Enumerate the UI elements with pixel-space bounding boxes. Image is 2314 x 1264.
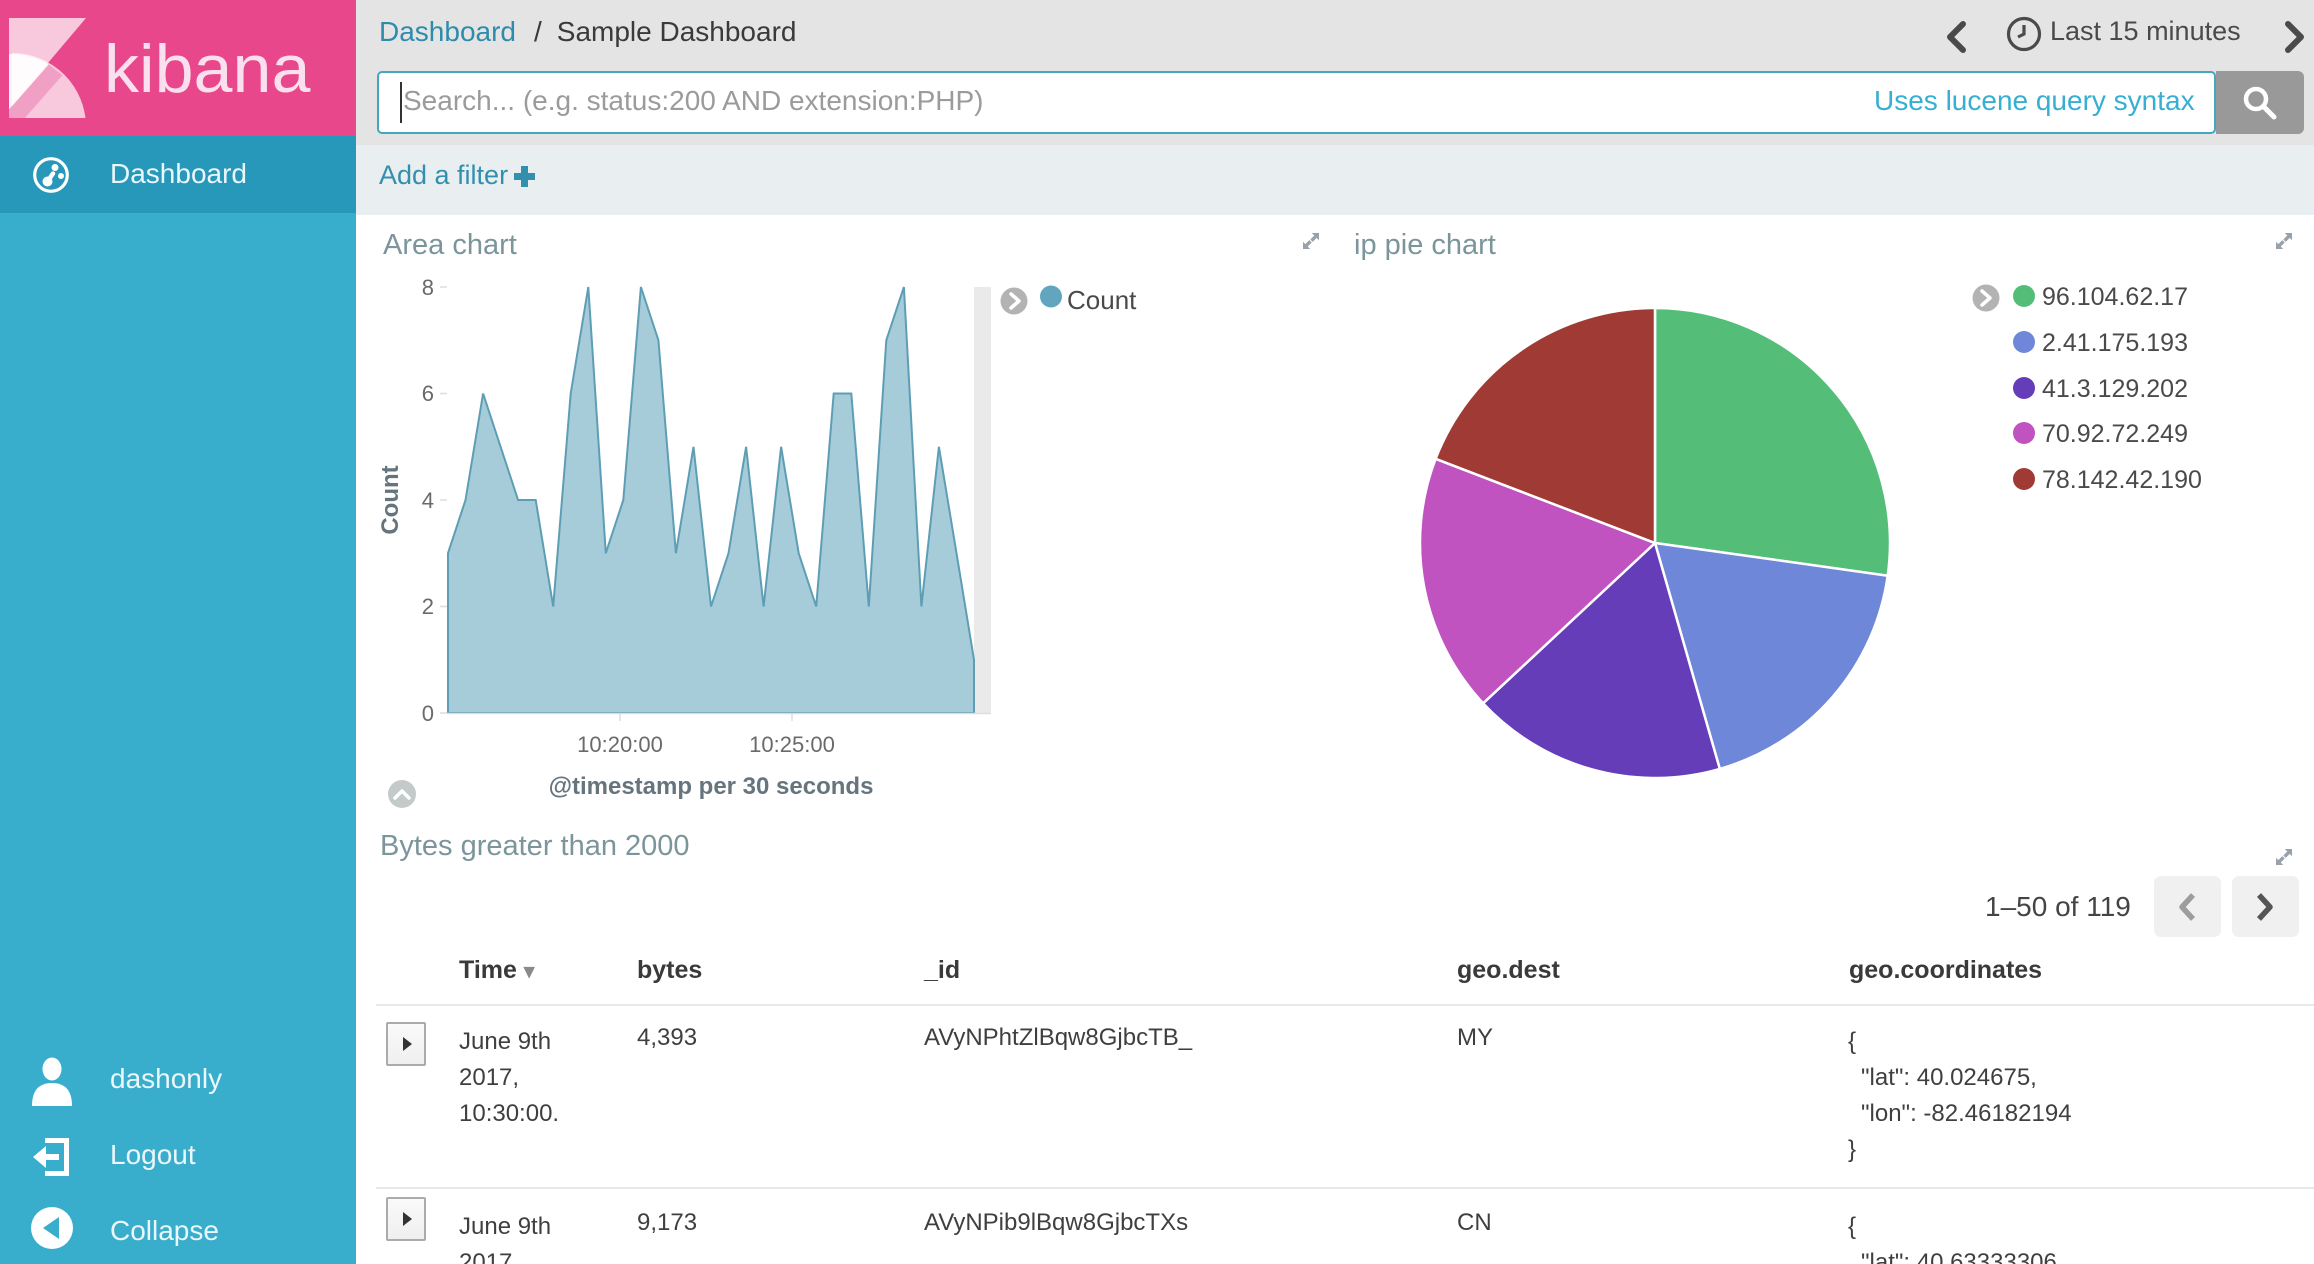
svg-text:78.142.42.190: 78.142.42.190 bbox=[2042, 466, 2202, 494]
svg-text:96.104.62.17: 96.104.62.17 bbox=[2042, 283, 2188, 311]
svg-text:0: 0 bbox=[422, 701, 434, 726]
svg-text:Count: Count bbox=[377, 465, 404, 534]
svg-text:10:20:00: 10:20:00 bbox=[577, 732, 663, 757]
svg-text:2: 2 bbox=[422, 594, 434, 619]
svg-text:41.3.129.202: 41.3.129.202 bbox=[2042, 375, 2188, 403]
svg-text:6: 6 bbox=[422, 381, 434, 406]
svg-text:10:25:00: 10:25:00 bbox=[749, 732, 835, 757]
svg-text:4: 4 bbox=[422, 488, 434, 513]
svg-text:2.41.175.193: 2.41.175.193 bbox=[2042, 329, 2188, 357]
svg-text:Count: Count bbox=[1067, 285, 1137, 315]
svg-text:70.92.72.249: 70.92.72.249 bbox=[2042, 420, 2188, 448]
svg-text:@timestamp per 30 seconds: @timestamp per 30 seconds bbox=[549, 773, 874, 800]
svg-text:8: 8 bbox=[422, 275, 434, 300]
